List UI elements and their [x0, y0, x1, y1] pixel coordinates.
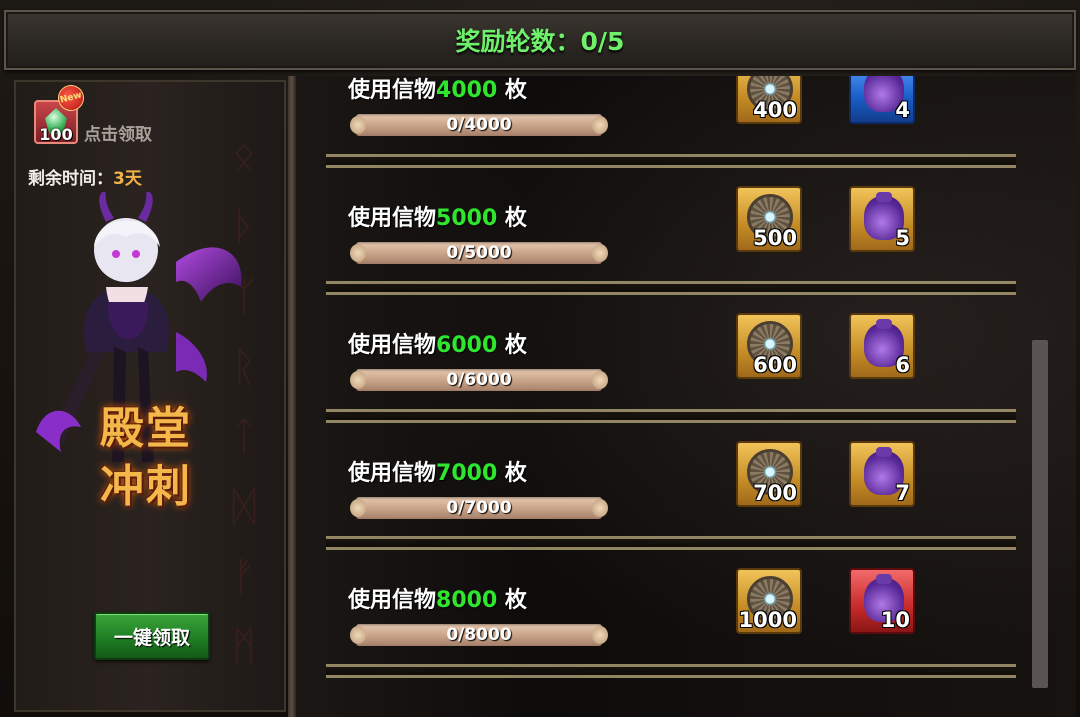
reward-row: 使用信物8000 枚 0/8000 1000 10 [326, 556, 1016, 683]
remaining-time: 剩余时间：3天 [28, 164, 142, 189]
progress-text: 0/4000 [446, 115, 512, 135]
task-text: 使用信物8000 枚 [348, 582, 527, 614]
compass-item[interactable]: 500 [736, 186, 802, 252]
event-title-line2: 冲刺 [100, 461, 192, 512]
progress-text: 0/6000 [446, 370, 512, 390]
task-suffix: 枚 [497, 461, 527, 486]
claim-all-button[interactable]: 一键领取 [94, 612, 210, 660]
progress-bar: 0/7000 [350, 497, 608, 519]
task-amount: 4000 [436, 78, 498, 103]
reward-row: 使用信物5000 枚 0/5000 500 5 [326, 174, 1016, 301]
item-count: 4 [895, 98, 910, 122]
reward-rounds-title: 奖励轮数：0/5 [455, 27, 625, 56]
header-bar: 奖励轮数：0/5 [4, 10, 1076, 70]
task-text: 使用信物5000 枚 [348, 200, 527, 232]
task-prefix: 使用信物 [348, 333, 437, 358]
item-count: 1000 [738, 608, 797, 632]
reward-row: 使用信物7000 枚 0/7000 700 7 [326, 429, 1016, 556]
mystery-bag-item[interactable]: 6 [849, 313, 915, 379]
time-value: 3天 [113, 169, 142, 189]
reward-row: 使用信物4000 枚 0/4000 400 4 [326, 76, 1016, 173]
task-text: 使用信物4000 枚 [348, 76, 527, 104]
task-suffix: 枚 [497, 588, 527, 613]
claim-hint[interactable]: 点击领取 [84, 120, 152, 145]
compass-item[interactable]: 1000 [736, 568, 802, 634]
item-count: 500 [753, 226, 797, 250]
progress-text: 0/8000 [446, 625, 512, 645]
task-text: 使用信物7000 枚 [348, 455, 527, 487]
task-prefix: 使用信物 [348, 588, 437, 613]
task-amount: 5000 [436, 206, 498, 231]
item-count: 5 [895, 226, 910, 250]
event-info-panel: ᛟᚦᛉᚱᛏᛞᚠᛗ 100 New 点击领取 剩余时间：3天 殿堂 冲刺 一键领取 [14, 80, 286, 712]
event-title-line1: 殿堂 [100, 403, 192, 454]
task-suffix: 枚 [497, 333, 527, 358]
item-count: 700 [753, 481, 797, 505]
time-label: 剩余时间： [28, 169, 113, 189]
progress-text: 0/7000 [446, 498, 512, 518]
task-prefix: 使用信物 [348, 461, 437, 486]
task-suffix: 枚 [497, 78, 527, 103]
event-title: 殿堂 冲刺 [86, 400, 206, 516]
progress-bar: 0/6000 [350, 369, 608, 391]
progress-bar: 0/5000 [350, 242, 608, 264]
item-count: 7 [895, 481, 910, 505]
task-amount: 6000 [436, 333, 498, 358]
mystery-bag-item[interactable]: 4 [849, 76, 915, 124]
item-count: 600 [753, 353, 797, 377]
reward-count: 100 [39, 125, 73, 144]
mystery-bag-item[interactable]: 5 [849, 186, 915, 252]
event-page: 奖励轮数：0/5 ᛟᚦᛉᚱᛏᛞᚠᛗ 100 New 点击领取 剩余时间：3天 殿… [0, 0, 1080, 717]
item-count: 6 [895, 353, 910, 377]
item-count: 400 [753, 98, 797, 122]
item-count: 10 [880, 608, 910, 632]
reward-row: 使用信物6000 枚 0/6000 600 6 [326, 301, 1016, 428]
progress-bar: 0/4000 [350, 114, 608, 136]
panel-divider [288, 76, 296, 717]
compass-item[interactable]: 400 [736, 76, 802, 124]
task-suffix: 枚 [497, 206, 527, 231]
mystery-bag-item[interactable]: 10 [849, 568, 915, 634]
progress-text: 0/5000 [446, 243, 512, 263]
task-prefix: 使用信物 [348, 206, 437, 231]
task-text: 使用信物6000 枚 [348, 327, 527, 359]
mystery-bag-item[interactable]: 7 [849, 441, 915, 507]
compass-item[interactable]: 700 [736, 441, 802, 507]
compass-item[interactable]: 600 [736, 313, 802, 379]
progress-bar: 0/8000 [350, 624, 608, 646]
task-amount: 7000 [436, 461, 498, 486]
task-prefix: 使用信物 [348, 78, 437, 103]
reward-list[interactable]: 使用信物4000 枚 0/4000 400 4 使用信物5000 枚 0/500… [296, 76, 1076, 717]
scrollbar[interactable] [1032, 340, 1048, 688]
task-amount: 8000 [436, 588, 498, 613]
